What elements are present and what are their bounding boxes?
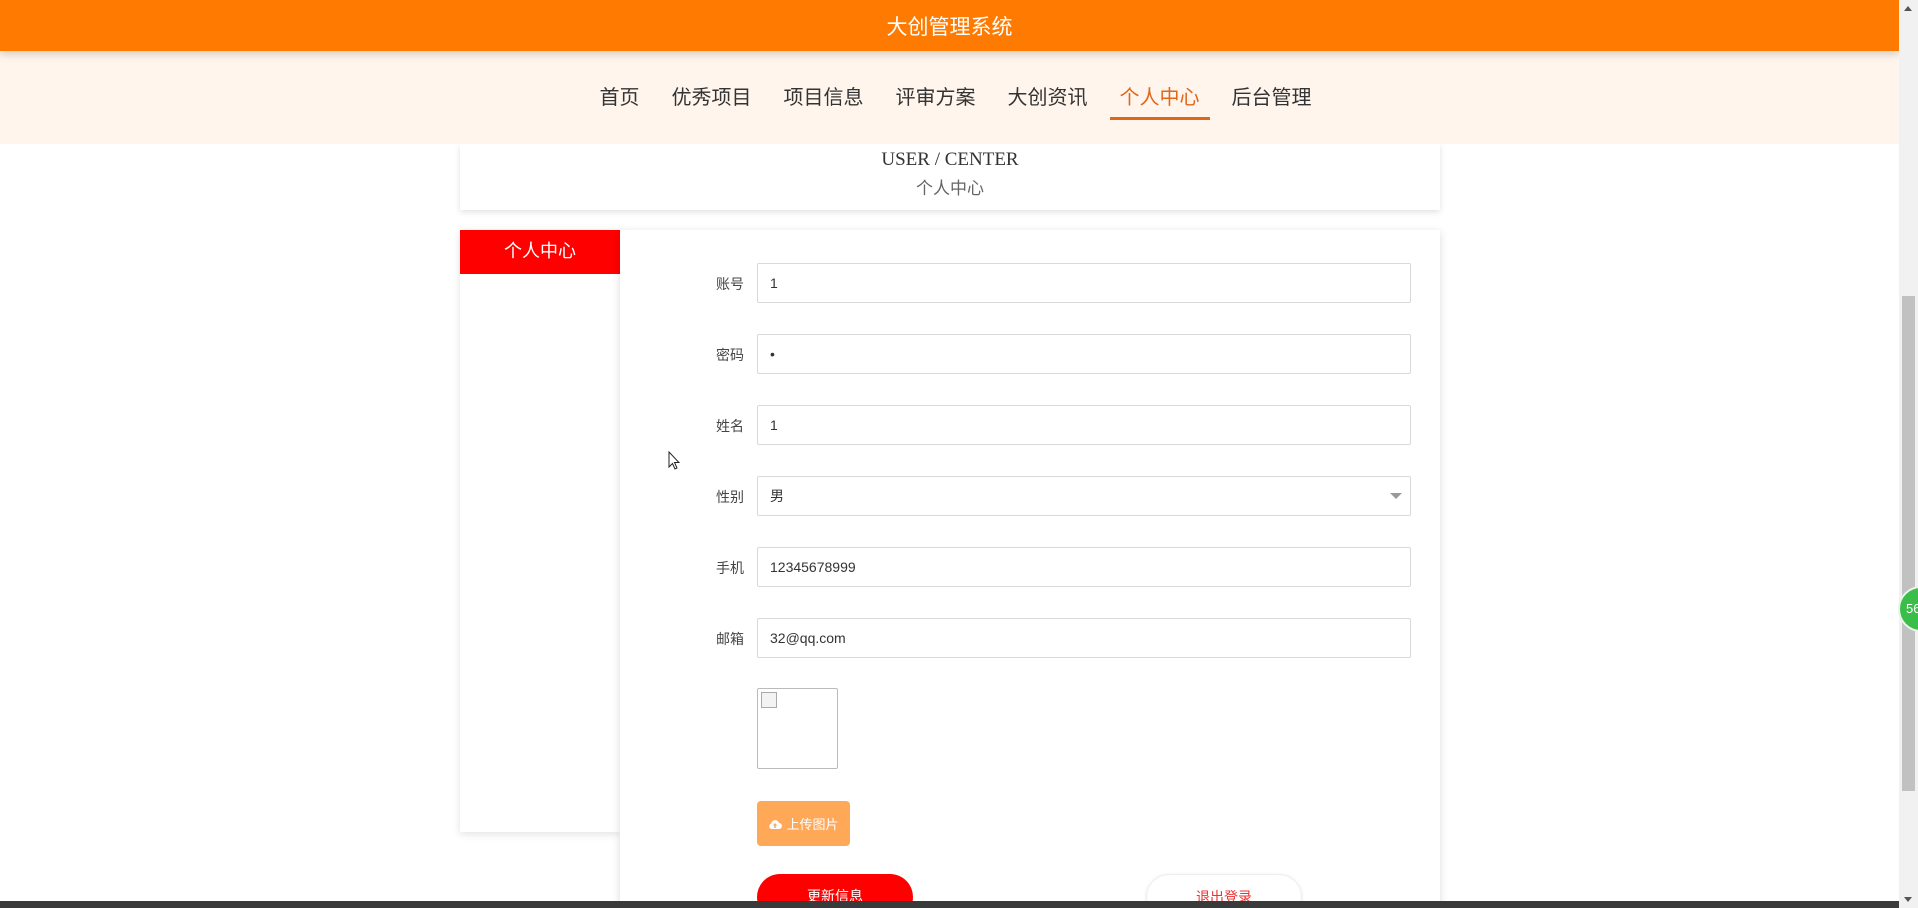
gender-label: 性别	[716, 490, 744, 506]
phone-row: 手机 12345678999	[620, 547, 1440, 587]
phone-input[interactable]: 12345678999	[757, 547, 1411, 587]
account-label: 账号	[716, 277, 744, 293]
nav-item-review-plan[interactable]: 评审方案	[886, 78, 986, 118]
name-row: 姓名 1	[620, 405, 1440, 445]
nav-item-admin[interactable]: 后台管理	[1222, 78, 1322, 118]
phone-label: 手机	[716, 561, 744, 577]
sidebar: 个人中心	[460, 230, 620, 832]
account-row: 账号 1	[620, 263, 1440, 303]
bottom-strip	[0, 901, 1899, 908]
email-row: 邮箱 32@qq.com	[620, 618, 1440, 658]
email-label: 邮箱	[716, 632, 744, 648]
app-title: 大创管理系统	[886, 14, 1013, 39]
page-heading: USER / CENTER 个人中心	[460, 144, 1440, 210]
mouse-cursor-icon	[668, 450, 681, 476]
upload-image-button[interactable]: 上传图片	[757, 801, 850, 846]
nav-items: 首页 优秀项目 项目信息 评审方案 大创资讯 个人中心 后台管理	[584, 78, 1328, 120]
chevron-down-icon	[1390, 493, 1402, 499]
profile-form: 账号 1 密码 • 姓名 1 性别 男 手机 12345678999 邮箱 32…	[620, 230, 1440, 908]
gender-select[interactable]: 男	[757, 476, 1411, 516]
upload-image-label: 上传图片	[786, 818, 839, 833]
nav-item-excellent-projects[interactable]: 优秀项目	[662, 78, 762, 118]
password-input[interactable]: •	[757, 334, 1411, 374]
scrollbar-thumb[interactable]	[1902, 296, 1915, 791]
avatar-preview	[757, 688, 838, 769]
sidebar-item-user-center[interactable]: 个人中心	[460, 230, 620, 274]
scroll-up-icon[interactable]	[1904, 6, 1912, 11]
page-title-cn: 个人中心	[916, 179, 984, 199]
main-nav: 首页 优秀项目 项目信息 评审方案 大创资讯 个人中心 后台管理	[0, 51, 1899, 144]
nav-item-user-center[interactable]: 个人中心	[1109, 78, 1210, 120]
nav-item-home[interactable]: 首页	[590, 78, 650, 118]
email-input[interactable]: 32@qq.com	[757, 618, 1411, 658]
account-input[interactable]: 1	[757, 263, 1411, 303]
nav-item-news[interactable]: 大创资讯	[998, 78, 1098, 118]
name-input[interactable]: 1	[757, 405, 1411, 445]
gender-value: 男	[770, 488, 784, 504]
gender-row: 性别 男	[620, 476, 1440, 516]
page-title-en: USER / CENTER	[881, 149, 1019, 170]
broken-image-icon	[761, 692, 777, 708]
password-label: 密码	[716, 348, 744, 364]
page-scrollbar[interactable]	[1899, 0, 1918, 908]
app-header: 大创管理系统	[0, 0, 1899, 51]
name-label: 姓名	[716, 419, 744, 435]
nav-item-project-info[interactable]: 项目信息	[774, 78, 874, 118]
password-row: 密码 •	[620, 334, 1440, 374]
scroll-down-icon[interactable]	[1904, 897, 1912, 902]
cloud-upload-icon	[768, 819, 783, 829]
